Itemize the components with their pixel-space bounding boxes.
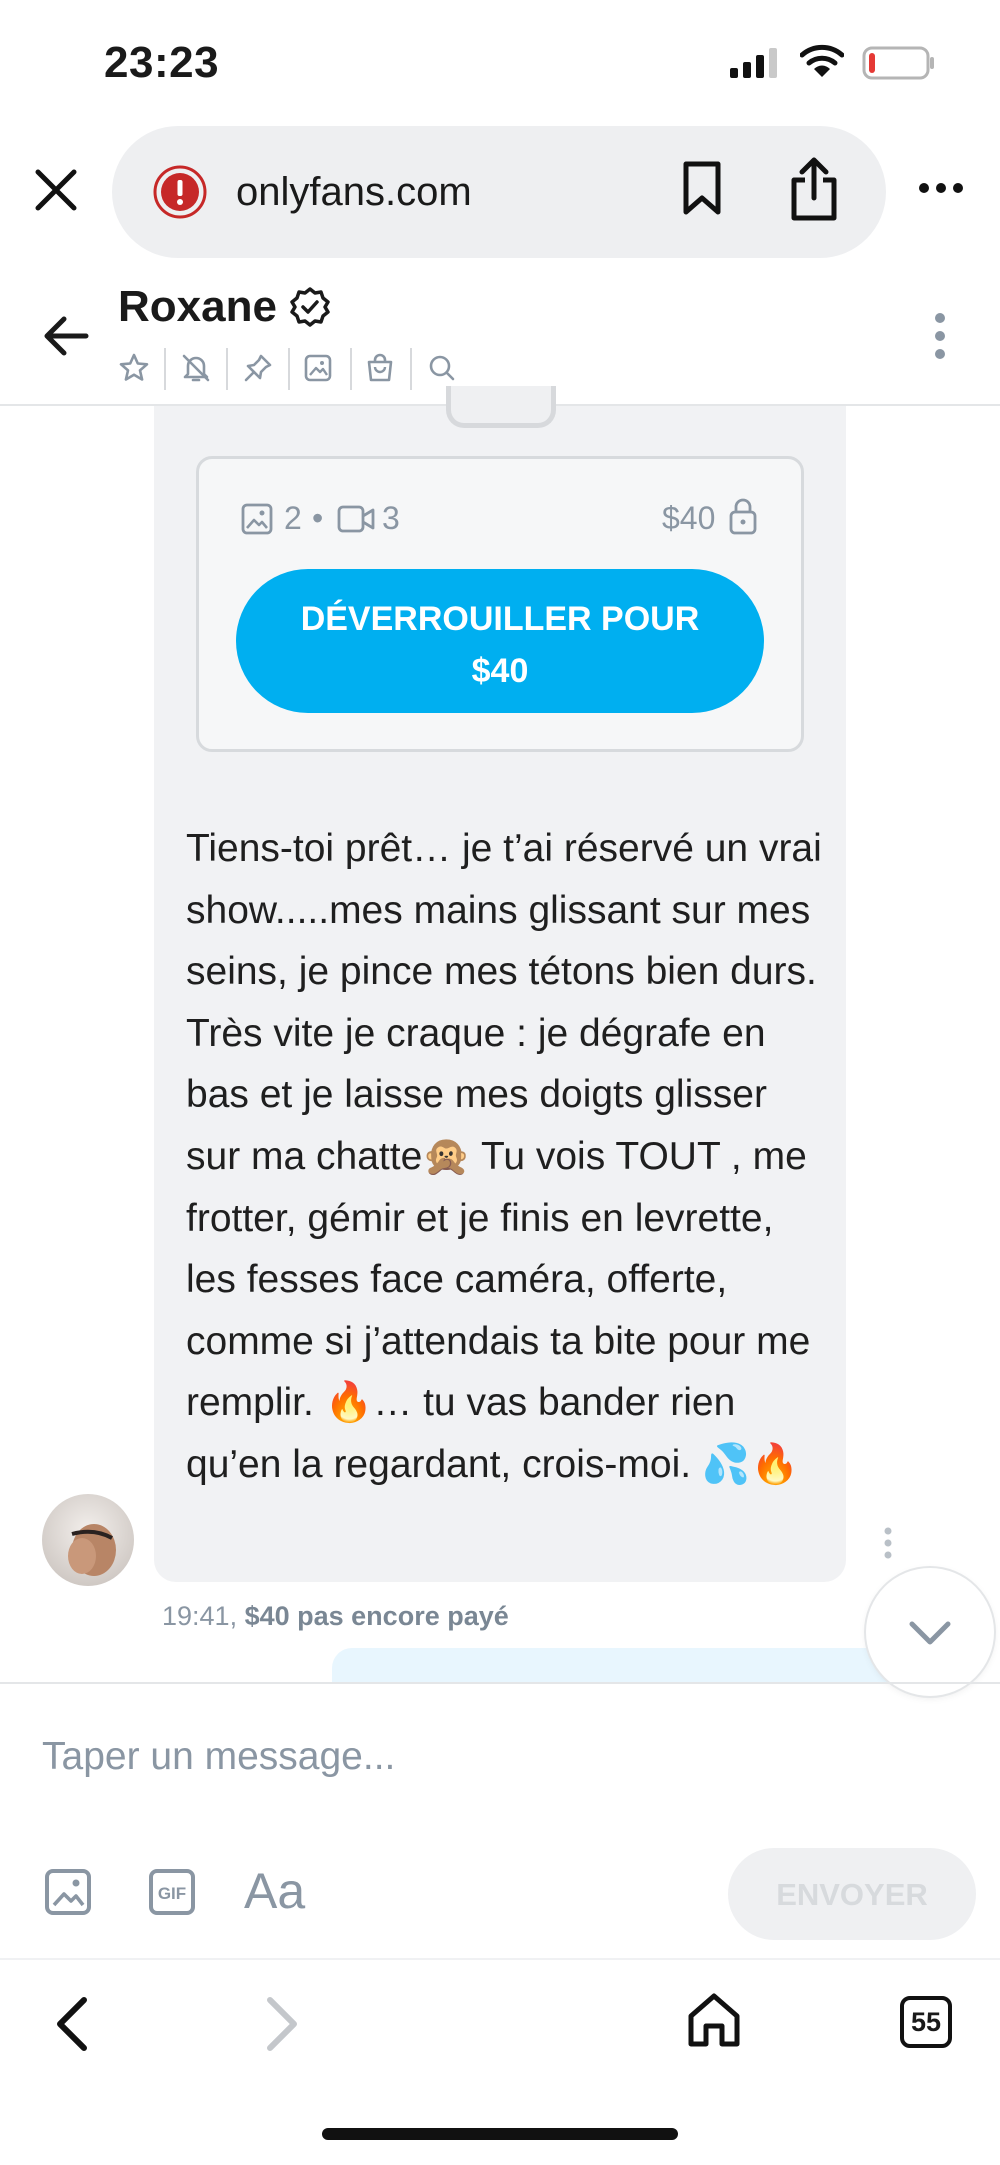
message-time: 19:41, bbox=[162, 1601, 238, 1631]
close-tab-button[interactable] bbox=[30, 164, 82, 216]
composer-bottom-divider bbox=[0, 1958, 1000, 1960]
send-button[interactable]: ENVOYER bbox=[728, 1848, 976, 1940]
media-price: $40 bbox=[662, 500, 716, 536]
address-bar[interactable] bbox=[112, 126, 886, 258]
lock-icon bbox=[729, 498, 757, 535]
composer-divider bbox=[0, 1682, 1000, 1684]
back-arrow-icon[interactable] bbox=[42, 314, 90, 358]
message-input[interactable] bbox=[40, 1726, 944, 1788]
scroll-to-bottom-button[interactable] bbox=[866, 1568, 994, 1696]
message-timestamp: 19:41, $40 pas encore payé bbox=[162, 1601, 509, 1632]
cellular-signal-icon bbox=[730, 48, 777, 78]
shopping-bag-icon[interactable] bbox=[364, 352, 396, 384]
message-options-icon[interactable] bbox=[882, 1526, 894, 1560]
home-indicator bbox=[322, 2128, 678, 2140]
header-separator bbox=[410, 348, 412, 390]
text-format-button[interactable]: Aa bbox=[244, 1862, 305, 1920]
contact-name[interactable]: Roxane bbox=[118, 282, 277, 332]
url-text[interactable]: onlyfans.com bbox=[236, 170, 472, 215]
image-upload-icon[interactable] bbox=[44, 1868, 92, 1916]
bookmark-icon[interactable] bbox=[680, 160, 724, 218]
status-time: 23:23 bbox=[104, 38, 220, 87]
unlock-button[interactable]: DÉVERROUILLER POUR $40 bbox=[236, 569, 764, 713]
battery-icon bbox=[862, 46, 934, 80]
tabs-button[interactable]: 55 bbox=[900, 1996, 952, 2048]
more-options-icon[interactable] bbox=[918, 182, 964, 194]
home-icon[interactable] bbox=[686, 1992, 742, 2050]
browser-back-icon[interactable] bbox=[52, 1994, 92, 2054]
share-icon[interactable] bbox=[788, 156, 840, 222]
pin-icon[interactable] bbox=[242, 352, 274, 384]
message-text: Tiens-toi prêt… je t’ai réservé un vrai … bbox=[186, 827, 822, 1486]
svg-text:GIF: GIF bbox=[158, 1884, 186, 1903]
gif-icon[interactable]: GIF bbox=[148, 1868, 196, 1916]
bell-off-icon[interactable] bbox=[180, 352, 212, 384]
header-separator bbox=[288, 348, 290, 390]
security-warning-icon[interactable] bbox=[152, 164, 208, 220]
next-message-bubble bbox=[332, 1648, 958, 1684]
payment-status: $40 pas encore payé bbox=[244, 1601, 509, 1631]
video-icon bbox=[337, 505, 375, 533]
media-preview-handle bbox=[446, 386, 556, 428]
video-count: 3 bbox=[382, 500, 400, 536]
avatar[interactable] bbox=[42, 1494, 134, 1586]
gallery-icon[interactable] bbox=[302, 352, 334, 384]
verified-badge-icon bbox=[290, 287, 330, 327]
photo-icon bbox=[241, 503, 273, 535]
browser-forward-icon[interactable] bbox=[262, 1994, 302, 2054]
chevron-down-icon bbox=[909, 1621, 951, 1645]
star-icon[interactable] bbox=[118, 352, 150, 384]
chat-options-icon[interactable] bbox=[932, 312, 948, 360]
header-separator bbox=[164, 348, 166, 390]
photo-count: 2 bbox=[284, 500, 302, 536]
search-icon[interactable] bbox=[426, 352, 458, 384]
header-separator bbox=[350, 348, 352, 390]
wifi-icon bbox=[800, 44, 844, 77]
count-separator: • bbox=[312, 500, 324, 536]
header-separator bbox=[226, 348, 228, 390]
